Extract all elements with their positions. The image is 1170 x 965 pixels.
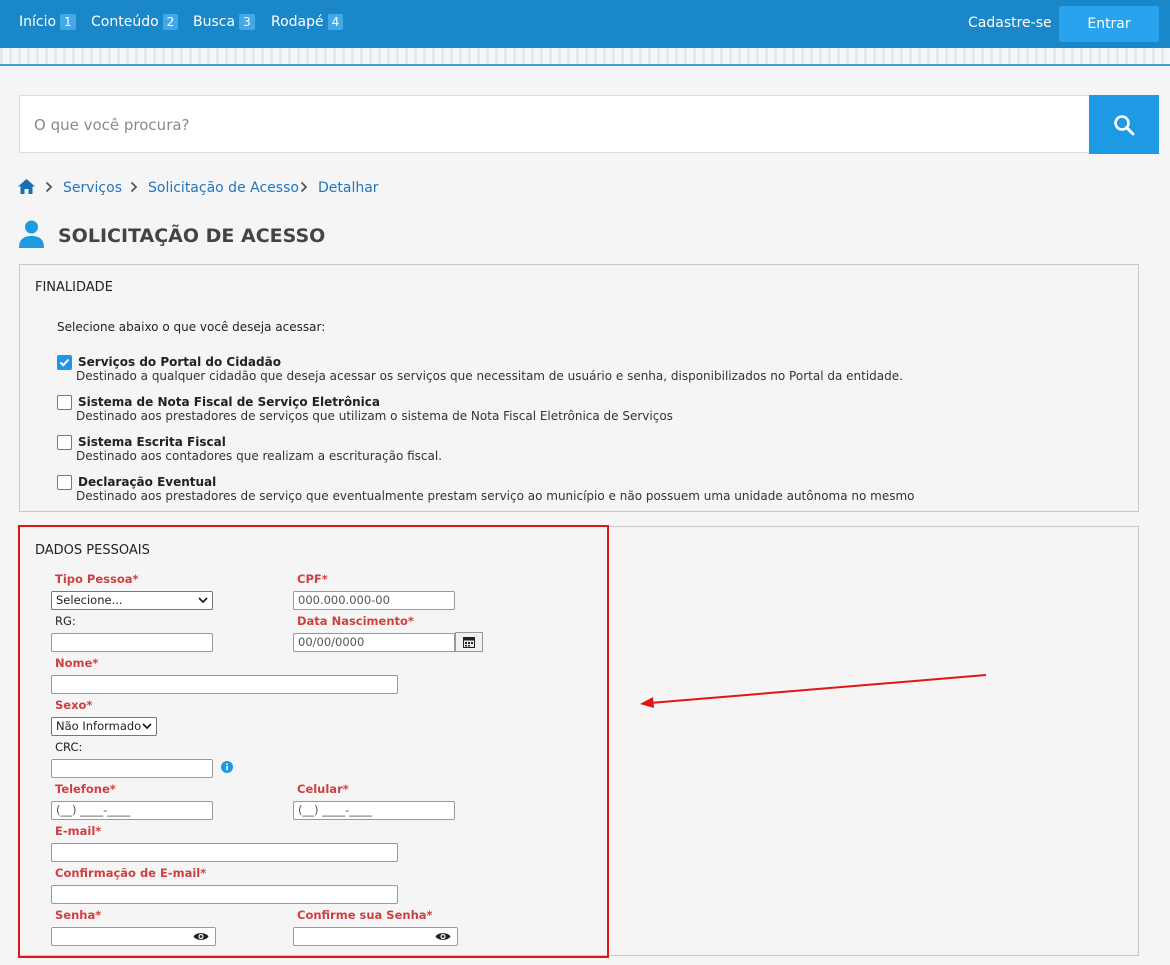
checkmark-icon	[59, 358, 70, 367]
option-title: Sistema Escrita Fiscal	[78, 435, 226, 449]
chevron-right-icon	[45, 181, 53, 193]
annotation-arrow-icon	[640, 674, 987, 708]
finalidade-title: FINALIDADE	[35, 280, 113, 295]
page-title: SOLICITAÇÃO DE ACESSO	[58, 225, 326, 247]
option-desc: Destinado a qualquer cidadão que deseja …	[76, 369, 903, 383]
nav-rodape[interactable]: Rodapé 4	[271, 14, 344, 30]
nav-number: 4	[327, 14, 344, 30]
nav-label: Rodapé	[271, 14, 324, 30]
top-bar: Início 1 Conteúdo 2 Busca 3 Rodapé 4 Cadastr…	[0, 0, 1170, 48]
user-icon	[19, 220, 44, 248]
checkbox-escrita-fiscal[interactable]	[57, 435, 72, 450]
nav-number: 3	[239, 14, 255, 30]
nav-busca[interactable]: Busca 3	[193, 14, 255, 30]
nav-number: 2	[162, 14, 179, 30]
option-title: Declaração Eventual	[78, 475, 217, 489]
chevron-right-icon	[300, 181, 308, 193]
checkbox-portal-cidadao[interactable]	[57, 355, 72, 370]
login-button[interactable]: Entrar	[1059, 6, 1159, 42]
option-title: Serviços do Portal do Cidadão	[78, 355, 281, 369]
nav-label: Início	[19, 14, 57, 30]
search-input[interactable]	[20, 96, 1036, 154]
highlight-box	[18, 525, 609, 958]
header-pattern-band	[0, 48, 1170, 66]
nav-number: 1	[60, 14, 76, 30]
option-desc: Destinado aos prestadores de serviços qu…	[76, 409, 673, 423]
option-desc: Destinado aos prestadores de serviço que…	[76, 489, 915, 503]
checkbox-nota-fiscal[interactable]	[57, 395, 72, 410]
option-title: Sistema de Nota Fiscal de Serviço Eletrô…	[78, 395, 381, 409]
nav-label: Busca	[193, 14, 236, 30]
home-icon[interactable]	[18, 179, 35, 194]
register-link[interactable]: Cadastre-se	[968, 15, 1052, 31]
option-desc: Destinado aos contadores que realizam a …	[76, 449, 443, 463]
breadcrumb-servicos[interactable]: Serviços	[63, 180, 122, 196]
breadcrumb-solicitacao[interactable]: Solicitação de Acesso	[148, 180, 299, 196]
nav-label: Conteúdo	[91, 14, 159, 30]
checkbox-declaracao-eventual[interactable]	[57, 475, 72, 490]
nav-conteudo[interactable]: Conteúdo 2	[91, 14, 179, 30]
chevron-right-icon	[130, 181, 138, 193]
nav-inicio[interactable]: Início 1	[19, 14, 76, 30]
finalidade-intro: Selecione abaixo o que você deseja acess…	[57, 320, 326, 334]
search-button[interactable]	[1089, 95, 1159, 154]
search-icon	[1114, 114, 1135, 135]
breadcrumb-detalhar[interactable]: Detalhar	[318, 180, 379, 196]
search-box	[19, 95, 1089, 154]
